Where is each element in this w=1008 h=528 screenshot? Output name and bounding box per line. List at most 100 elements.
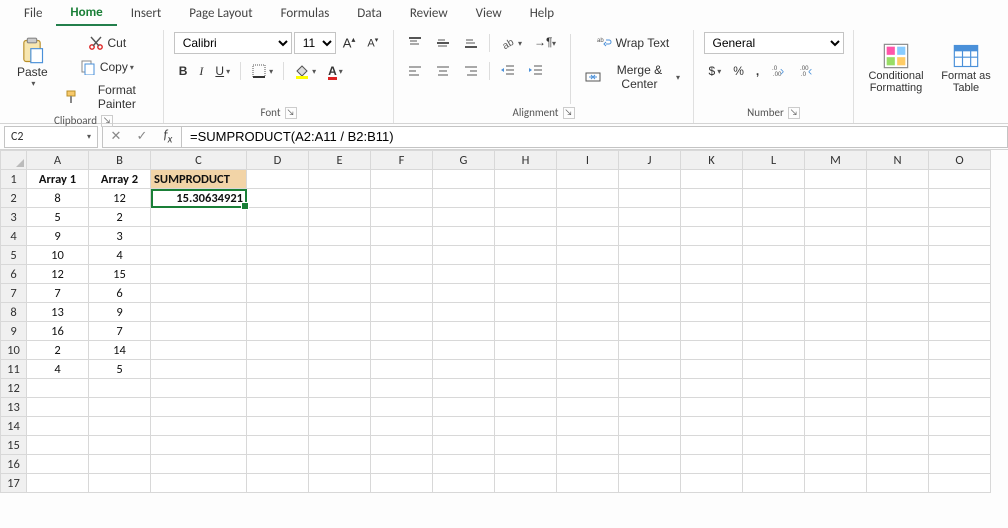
cell[interactable] xyxy=(805,379,867,398)
cell[interactable] xyxy=(433,227,495,246)
cell[interactable] xyxy=(929,284,991,303)
cell[interactable] xyxy=(681,436,743,455)
cell[interactable] xyxy=(867,417,929,436)
cell[interactable] xyxy=(867,246,929,265)
cell[interactable] xyxy=(743,189,805,208)
cell[interactable] xyxy=(681,322,743,341)
cell[interactable] xyxy=(681,303,743,322)
cell[interactable] xyxy=(743,265,805,284)
cell[interactable] xyxy=(371,341,433,360)
cell[interactable] xyxy=(867,455,929,474)
cell[interactable] xyxy=(867,170,929,189)
cell[interactable] xyxy=(557,322,619,341)
cell[interactable] xyxy=(805,341,867,360)
percent-button[interactable]: % xyxy=(728,61,749,81)
cell[interactable] xyxy=(309,455,371,474)
cell[interactable] xyxy=(151,341,247,360)
cell[interactable] xyxy=(867,474,929,493)
cell[interactable] xyxy=(151,322,247,341)
row-header[interactable]: 10 xyxy=(1,341,27,360)
cell[interactable] xyxy=(433,208,495,227)
cell[interactable] xyxy=(619,455,681,474)
cell[interactable] xyxy=(743,436,805,455)
cell[interactable] xyxy=(151,417,247,436)
cell[interactable] xyxy=(309,284,371,303)
tab-insert[interactable]: Insert xyxy=(117,2,176,25)
cell[interactable] xyxy=(371,455,433,474)
cell[interactable] xyxy=(743,417,805,436)
cell[interactable] xyxy=(681,265,743,284)
cell[interactable] xyxy=(433,303,495,322)
cell[interactable] xyxy=(89,379,151,398)
cell[interactable] xyxy=(805,360,867,379)
font-color-button[interactable]: A▾ xyxy=(323,61,348,81)
cell[interactable] xyxy=(309,341,371,360)
cell[interactable] xyxy=(247,284,309,303)
cell[interactable] xyxy=(151,474,247,493)
cell[interactable] xyxy=(27,379,89,398)
row-header[interactable]: 14 xyxy=(1,417,27,436)
cell[interactable] xyxy=(619,379,681,398)
cell[interactable]: 4 xyxy=(89,246,151,265)
cell[interactable] xyxy=(151,360,247,379)
cell[interactable] xyxy=(557,303,619,322)
cell[interactable] xyxy=(371,189,433,208)
fill-color-button[interactable]: ▾ xyxy=(289,60,321,82)
cell[interactable] xyxy=(27,455,89,474)
col-header[interactable]: O xyxy=(929,151,991,170)
col-header[interactable]: B xyxy=(89,151,151,170)
dialog-launcher-icon[interactable]: ↘ xyxy=(788,107,800,119)
cell[interactable] xyxy=(681,474,743,493)
cell[interactable] xyxy=(247,189,309,208)
cell[interactable]: 4 xyxy=(27,360,89,379)
row-header[interactable]: 2 xyxy=(1,189,27,208)
cell[interactable] xyxy=(805,322,867,341)
cell[interactable] xyxy=(557,455,619,474)
cell[interactable] xyxy=(743,360,805,379)
cell[interactable] xyxy=(433,379,495,398)
cell[interactable]: 12 xyxy=(89,189,151,208)
cell[interactable]: 2 xyxy=(89,208,151,227)
cell[interactable] xyxy=(867,189,929,208)
tab-review[interactable]: Review xyxy=(396,2,462,25)
cell[interactable] xyxy=(805,455,867,474)
cell[interactable] xyxy=(805,398,867,417)
tab-pagelayout[interactable]: Page Layout xyxy=(175,2,266,25)
cell[interactable] xyxy=(309,360,371,379)
increase-indent-button[interactable] xyxy=(523,60,549,82)
cell[interactable] xyxy=(619,265,681,284)
cell[interactable] xyxy=(495,474,557,493)
cell[interactable] xyxy=(557,398,619,417)
cell[interactable] xyxy=(309,265,371,284)
cell[interactable]: 10 xyxy=(27,246,89,265)
tab-home[interactable]: Home xyxy=(56,1,116,26)
row-header[interactable]: 7 xyxy=(1,284,27,303)
align-center-button[interactable] xyxy=(430,60,456,82)
cell[interactable] xyxy=(309,227,371,246)
cell[interactable] xyxy=(929,246,991,265)
cell[interactable] xyxy=(619,303,681,322)
cell[interactable] xyxy=(151,227,247,246)
cell[interactable] xyxy=(867,436,929,455)
cell[interactable] xyxy=(495,322,557,341)
cell[interactable]: 6 xyxy=(89,284,151,303)
cell[interactable] xyxy=(89,398,151,417)
cell[interactable] xyxy=(929,417,991,436)
cell[interactable] xyxy=(247,455,309,474)
cell[interactable] xyxy=(681,455,743,474)
cell[interactable] xyxy=(743,455,805,474)
cell[interactable] xyxy=(495,436,557,455)
tab-help[interactable]: Help xyxy=(516,2,568,25)
cell[interactable]: 3 xyxy=(89,227,151,246)
cell[interactable] xyxy=(929,303,991,322)
cancel-formula-button[interactable]: ✕ xyxy=(103,129,129,144)
cell[interactable] xyxy=(557,436,619,455)
font-size-select[interactable]: 11 xyxy=(294,32,336,54)
cell[interactable] xyxy=(681,417,743,436)
cell[interactable] xyxy=(433,417,495,436)
cell[interactable] xyxy=(929,398,991,417)
cell[interactable] xyxy=(557,208,619,227)
cell[interactable] xyxy=(247,265,309,284)
row-header[interactable]: 17 xyxy=(1,474,27,493)
cell[interactable] xyxy=(681,341,743,360)
